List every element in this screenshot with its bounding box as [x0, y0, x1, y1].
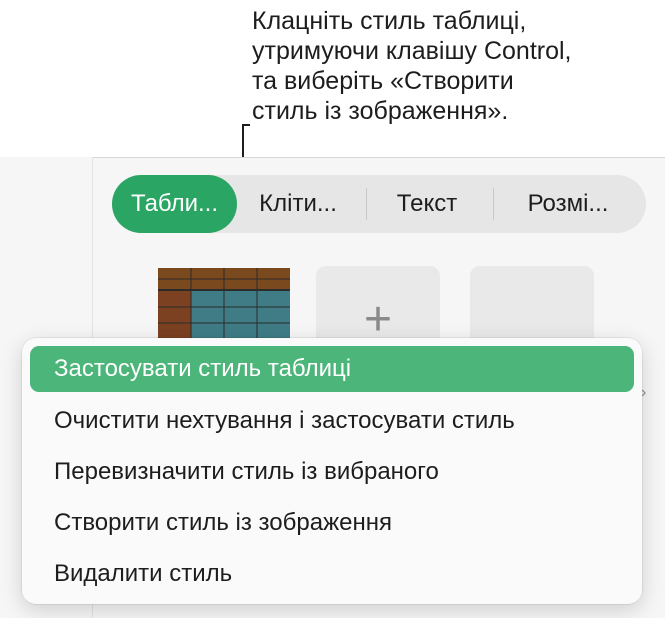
tab-text[interactable]: Текст	[366, 175, 488, 233]
table-style-thumbnail[interactable]	[158, 268, 290, 338]
tab-cell[interactable]: Кліти...	[244, 175, 352, 233]
inspector-tab-bar: Табли... Кліти... Текст Розмі...	[112, 175, 646, 233]
menu-item-apply-table-style[interactable]: Застосувати стиль таблиці	[30, 346, 634, 392]
tab-table[interactable]: Табли...	[112, 175, 237, 233]
tab-arrange[interactable]: Розмі...	[498, 175, 638, 233]
menu-item-create-style-from-image[interactable]: Створити стиль із зображення	[30, 500, 634, 546]
menu-item-redefine-style-from-selection[interactable]: Перевизначити стиль із вибраного	[30, 449, 634, 495]
callout-text: Клацніть стиль таблиці, утримуючи клавіш…	[252, 7, 572, 125]
callout-tick	[242, 124, 250, 126]
menu-item-clear-overrides-apply-style[interactable]: Очистити нехтування і застосувати стиль	[30, 398, 634, 444]
tab-separator	[493, 188, 494, 220]
table-style-slot-empty[interactable]	[470, 266, 594, 346]
menu-item-delete-style[interactable]: Видалити стиль	[30, 551, 634, 597]
add-table-style-button[interactable]: +	[316, 266, 440, 346]
context-menu: Застосувати стиль таблиці Очистити нехту…	[22, 338, 642, 604]
plus-icon: +	[363, 293, 393, 346]
